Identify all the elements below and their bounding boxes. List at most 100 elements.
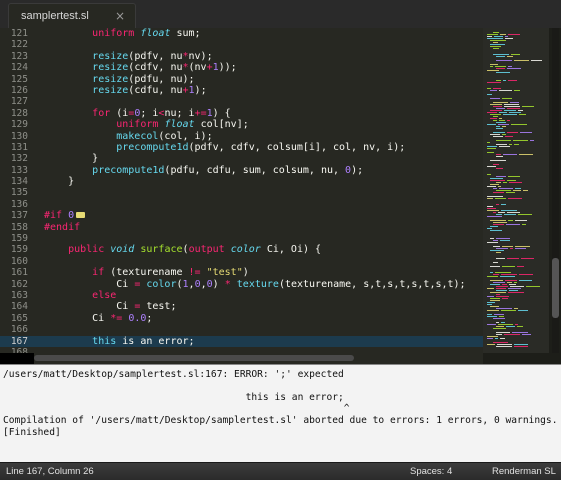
minimap-line xyxy=(496,332,510,333)
minimap-line xyxy=(490,250,504,251)
minimap-line xyxy=(487,166,496,167)
minimap-line xyxy=(507,68,521,69)
minimap-line xyxy=(496,156,503,157)
minimap-line xyxy=(490,44,505,45)
minimap-line xyxy=(508,198,522,199)
output-line: /users/matt/Desktop/samplertest.sl:167: … xyxy=(3,369,344,380)
code-text: Ci = color(1,0,0) * texture(texturename,… xyxy=(44,279,465,290)
code-line[interactable]: 166 xyxy=(0,324,483,335)
minimap-line xyxy=(496,214,502,215)
code-line[interactable]: 134 } xyxy=(0,176,483,187)
code-line[interactable]: 123 resize(pdfv, nu*nv); xyxy=(0,51,483,62)
code-line[interactable]: 164 Ci = test; xyxy=(0,301,483,312)
minimap-line xyxy=(487,242,498,243)
minimap-line xyxy=(487,304,492,305)
minimap-line xyxy=(490,46,501,47)
code-token: } xyxy=(44,176,75,188)
code-line[interactable]: 128 for (i=0; i<nu; i+=1) { xyxy=(0,108,483,119)
code-line[interactable]: 159 xyxy=(0,233,483,244)
code-line[interactable]: 127 xyxy=(0,96,483,107)
minimap-line xyxy=(490,104,502,105)
minimap-line xyxy=(496,204,499,205)
minimap-line xyxy=(504,334,520,335)
minimap-line xyxy=(501,322,505,323)
close-icon[interactable]: × xyxy=(115,9,125,23)
minimap-line xyxy=(493,188,497,189)
code-token: (texturename xyxy=(104,267,189,279)
code-line[interactable]: 160 xyxy=(0,256,483,267)
code-line[interactable]: 126 resize(cdfu, nu+1); xyxy=(0,85,483,96)
code-line[interactable]: 125 resize(pdfu, nu); xyxy=(0,74,483,85)
minimap[interactable] xyxy=(483,28,561,353)
code-line[interactable]: 167 this is an error; xyxy=(0,335,483,347)
code-line[interactable]: 162 Ci = color(1,0,0) * texture(texturen… xyxy=(0,279,483,290)
minimap-line xyxy=(487,316,497,317)
minimap-line xyxy=(502,134,506,135)
line-number: 125 xyxy=(10,73,28,85)
minimap-line xyxy=(487,344,495,345)
code-line[interactable]: 159 public void surface(output color Ci,… xyxy=(0,244,483,255)
horizontal-scroll-thumb[interactable] xyxy=(34,355,354,361)
code-editor[interactable]: 121 uniform float sum; 122 123 resize(pdfv… xyxy=(0,28,483,353)
indentation-selector[interactable]: Spaces: 4 xyxy=(410,466,452,477)
code-line[interactable]: 124 resize(cdfv, nu*(nv+1)); xyxy=(0,62,483,73)
code-line[interactable]: 129 uniform float col[nv]; xyxy=(0,119,483,130)
code-token: *= xyxy=(110,312,123,324)
code-line[interactable]: 131 precompute1d(pdfv, cdfv, colsum[i], … xyxy=(0,142,483,153)
code-token: color xyxy=(230,244,261,256)
code-line[interactable]: 165 Ci *= 0.0; xyxy=(0,313,483,324)
code-token: "test" xyxy=(206,267,243,279)
code-line[interactable]: 121 uniform float sum; xyxy=(0,28,483,39)
tab-title: samplertest.sl xyxy=(21,10,89,22)
minimap-line xyxy=(503,154,517,155)
minimap-line xyxy=(506,224,520,225)
minimap-line xyxy=(518,310,528,311)
syntax-selector[interactable]: Renderman SL xyxy=(492,466,556,477)
minimap-line xyxy=(509,112,521,113)
code-token: nv); xyxy=(188,50,213,62)
minimap-line xyxy=(521,258,534,259)
code-token: resize xyxy=(92,50,129,62)
code-line[interactable]: 158 #endif xyxy=(0,222,483,233)
code-text: public void surface(output color Ci, Oi)… xyxy=(44,244,321,255)
code-token: ; xyxy=(146,312,153,324)
tab-samplertest[interactable]: samplertest.sl × xyxy=(8,3,136,28)
minimap-line xyxy=(500,240,510,241)
minimap-line xyxy=(514,308,518,309)
vertical-scroll-thumb[interactable] xyxy=(552,258,559,318)
code-line[interactable]: 130 makecol(col, i); xyxy=(0,131,483,142)
fold-marker-icon[interactable] xyxy=(76,212,86,219)
minimap-line xyxy=(496,252,501,253)
minimap-line xyxy=(493,282,505,283)
horizontal-scrollbar[interactable] xyxy=(34,353,483,364)
line-number: 136 xyxy=(10,198,28,210)
code-line[interactable]: 136 xyxy=(0,199,483,210)
minimap-line xyxy=(496,126,500,127)
code-text: precompute1d(pdfv, cdfv, colsum[i], col,… xyxy=(44,142,405,153)
code-text: #endif xyxy=(44,222,80,233)
code-line[interactable]: 133 precompute1d(pdfu, cdfu, sum, colsum… xyxy=(0,165,483,176)
minimap-line xyxy=(487,338,493,339)
code-line[interactable]: 137 #if 0 xyxy=(0,210,483,221)
minimap-line xyxy=(498,124,509,125)
minimap-line xyxy=(487,324,496,325)
minimap-line xyxy=(493,212,496,213)
code-token: resize xyxy=(92,62,129,74)
minimap-line xyxy=(490,64,498,65)
code-line[interactable]: 132 } xyxy=(0,153,483,164)
code-line[interactable]: 122 xyxy=(0,39,483,50)
minimap-line xyxy=(490,238,494,239)
minimap-line xyxy=(487,296,494,297)
build-output-panel[interactable]: /users/matt/Desktop/samplertest.sl:167: … xyxy=(0,364,561,462)
minimap-line xyxy=(511,54,520,55)
minimap-line xyxy=(493,192,504,193)
minimap-line xyxy=(503,80,506,81)
line-number: 124 xyxy=(10,62,28,74)
vertical-scrollbar[interactable] xyxy=(552,28,559,353)
code-line[interactable]: 135 xyxy=(0,187,483,198)
code-line[interactable]: 163 else xyxy=(0,290,483,301)
code-line[interactable]: 161 if (texturename != "test") xyxy=(0,267,483,278)
